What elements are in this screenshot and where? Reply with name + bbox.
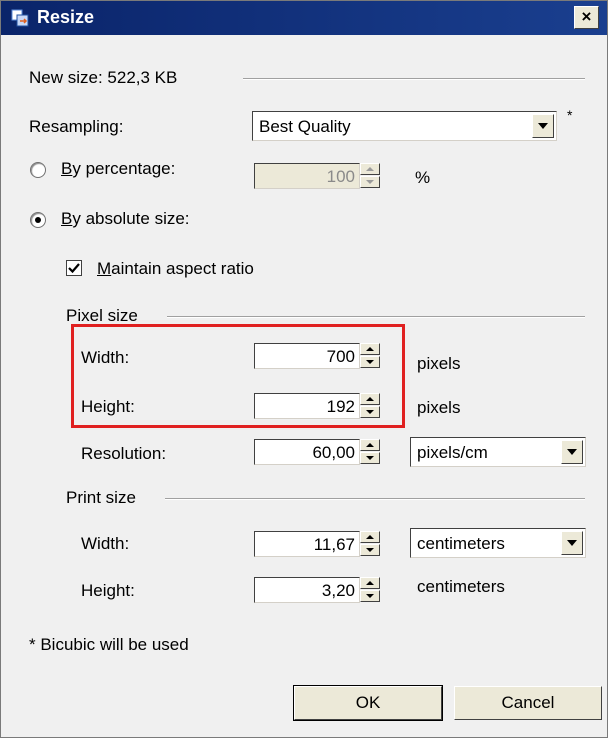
by-percentage-label-text: y percentage:: [72, 159, 176, 178]
pixel-height-unit: pixels: [417, 398, 461, 417]
print-width-label: Width:: [81, 534, 130, 553]
resampling-asterisk: *: [567, 107, 573, 123]
spin-down-icon[interactable]: [360, 452, 380, 464]
window-title: Resize: [37, 7, 95, 27]
cancel-button[interactable]: Cancel: [454, 686, 602, 720]
by-percentage-label[interactable]: By percentage:: [61, 159, 175, 179]
resampling-select[interactable]: Best Quality: [252, 111, 557, 141]
radio-selected-dot: [35, 217, 41, 223]
print-width-spinner[interactable]: [360, 531, 382, 557]
close-button[interactable]: ×: [574, 6, 599, 29]
print-size-group-label: Print size: [66, 488, 136, 507]
by-absolute-label-text: y absolute size:: [72, 209, 190, 228]
bicubic-footnote: * Bicubic will be used: [29, 635, 189, 654]
ok-button[interactable]: OK: [293, 685, 443, 721]
spin-down-icon[interactable]: [360, 590, 380, 602]
spin-down-icon[interactable]: [360, 544, 380, 556]
resize-app-icon: [11, 9, 29, 27]
maintain-aspect-label[interactable]: Maintain aspect ratio: [97, 259, 254, 279]
resolution-value: 60,00: [312, 443, 355, 462]
chevron-down-icon[interactable]: [561, 531, 583, 555]
title-bar[interactable]: Resize ×: [1, 1, 607, 35]
resolution-unit-select[interactable]: pixels/cm: [410, 437, 586, 467]
new-size-label: New size: 522,3 KB: [29, 68, 178, 87]
print-width-input[interactable]: 11,67: [254, 531, 360, 557]
by-percentage-radio[interactable]: [30, 162, 46, 178]
resolution-unit-value: pixels/cm: [417, 443, 488, 462]
percentage-spinner[interactable]: [360, 163, 382, 189]
resize-dialog: Resize × New size: 522,3 KB Resampling: …: [0, 0, 608, 738]
spin-up-icon[interactable]: [360, 531, 380, 543]
print-height-input[interactable]: 3,20: [254, 577, 360, 603]
percentage-value: 100: [326, 167, 355, 186]
pixel-width-unit: pixels: [417, 354, 461, 373]
spin-up-icon[interactable]: [360, 439, 380, 451]
resolution-input[interactable]: 60,00: [254, 439, 360, 465]
spin-up-icon[interactable]: [360, 163, 380, 175]
by-absolute-size-label[interactable]: By absolute size:: [61, 209, 190, 229]
resolution-label: Resolution:: [81, 444, 167, 463]
print-width-unit-select[interactable]: centimeters: [410, 528, 586, 558]
chevron-down-icon[interactable]: [532, 114, 554, 138]
highlight-box: [71, 324, 405, 428]
pixel-size-divider: [167, 316, 585, 318]
print-width-value: 11,67: [313, 535, 355, 554]
print-height-label: Height:: [81, 581, 135, 600]
chevron-down-icon[interactable]: [561, 440, 583, 464]
pixel-size-group-label: Pixel size: [66, 306, 138, 325]
resampling-label: Resampling:: [29, 117, 124, 136]
print-width-unit-value: centimeters: [417, 534, 505, 553]
spin-down-icon[interactable]: [360, 176, 380, 188]
print-size-divider: [165, 498, 585, 500]
close-icon: ×: [581, 7, 592, 26]
print-height-value: 3,20: [321, 581, 355, 600]
resampling-value: Best Quality: [259, 117, 351, 136]
percentage-unit: %: [415, 168, 431, 187]
checkmark-icon: [68, 263, 80, 274]
maintain-aspect-label-text: aintain aspect ratio: [111, 259, 254, 278]
resolution-spinner[interactable]: [360, 439, 382, 465]
spin-up-icon[interactable]: [360, 577, 380, 589]
print-height-unit: centimeters: [417, 577, 505, 596]
percentage-input[interactable]: 100: [254, 163, 360, 189]
by-absolute-size-radio[interactable]: [30, 212, 46, 228]
print-height-spinner[interactable]: [360, 577, 382, 603]
maintain-aspect-checkbox[interactable]: [66, 260, 82, 276]
new-size-divider: [243, 78, 585, 80]
